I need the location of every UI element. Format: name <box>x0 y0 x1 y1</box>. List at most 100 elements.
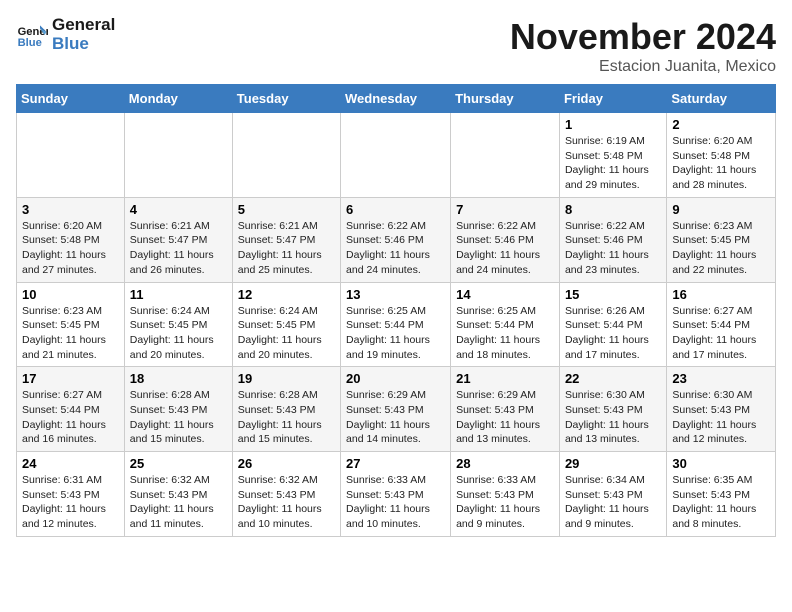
calendar-cell: 17Sunrise: 6:27 AM Sunset: 5:44 PM Dayli… <box>17 367 125 452</box>
day-number: 7 <box>456 202 554 217</box>
calendar-cell: 28 Sunrise: 6:33 AM Sunset: 5:43 PM Dayli… <box>451 452 560 537</box>
day-info: Sunrise: 6:21 AM Sunset: 5:47 PM Dayligh… <box>130 219 227 278</box>
calendar-cell: 15 Sunrise: 6:26 AM Sunset: 5:44 PM Dayli… <box>559 282 666 367</box>
calendar-cell: 26 Sunrise: 6:32 AM Sunset: 5:43 PM Dayli… <box>232 452 340 537</box>
calendar-cell: 7 Sunrise: 6:22 AM Sunset: 5:46 PM Daylig… <box>451 197 560 282</box>
day-info: Sunrise: 6:22 AM Sunset: 5:46 PM Dayligh… <box>565 219 661 278</box>
day-number: 19 <box>238 371 335 386</box>
day-info: Sunrise: 6:22 AM Sunset: 5:46 PM Dayligh… <box>346 219 445 278</box>
calendar-week-1: 1 Sunrise: 6:19 AM Sunset: 5:48 PM Daylig… <box>17 113 776 198</box>
day-info: Sunrise: 6:23 AM Sunset: 5:45 PM Dayligh… <box>672 219 770 278</box>
day-number: 1 <box>565 117 661 132</box>
weekday-header-wednesday: Wednesday <box>341 85 451 113</box>
day-info: Sunrise: 6:33 AM Sunset: 5:43 PM Dayligh… <box>346 473 445 532</box>
day-info: Sunrise: 6:32 AM Sunset: 5:43 PM Dayligh… <box>130 473 227 532</box>
calendar-cell: 27 Sunrise: 6:33 AM Sunset: 5:43 PM Dayli… <box>341 452 451 537</box>
day-number: 8 <box>565 202 661 217</box>
weekday-header-monday: Monday <box>124 85 232 113</box>
day-number: 22 <box>565 371 661 386</box>
calendar-cell: 9 Sunrise: 6:23 AM Sunset: 5:45 PM Daylig… <box>667 197 776 282</box>
day-number: 25 <box>130 456 227 471</box>
day-info: Sunrise: 6:29 AM Sunset: 5:43 PM Dayligh… <box>346 388 445 447</box>
calendar-cell: 23Sunrise: 6:30 AM Sunset: 5:43 PM Dayli… <box>667 367 776 452</box>
day-info: Sunrise: 6:20 AM Sunset: 5:48 PM Dayligh… <box>672 134 770 193</box>
calendar-week-3: 10 Sunrise: 6:23 AM Sunset: 5:45 PM Dayli… <box>17 282 776 367</box>
calendar-cell: 18 Sunrise: 6:28 AM Sunset: 5:43 PM Dayli… <box>124 367 232 452</box>
calendar-week-2: 3Sunrise: 6:20 AM Sunset: 5:48 PM Daylig… <box>17 197 776 282</box>
day-number: 5 <box>238 202 335 217</box>
day-info: Sunrise: 6:24 AM Sunset: 5:45 PM Dayligh… <box>238 304 335 363</box>
day-info: Sunrise: 6:21 AM Sunset: 5:47 PM Dayligh… <box>238 219 335 278</box>
day-number: 10 <box>22 287 119 302</box>
calendar-cell: 1 Sunrise: 6:19 AM Sunset: 5:48 PM Daylig… <box>559 113 666 198</box>
day-number: 26 <box>238 456 335 471</box>
logo-general: General <box>52 16 115 35</box>
day-info: Sunrise: 6:28 AM Sunset: 5:43 PM Dayligh… <box>238 388 335 447</box>
day-number: 9 <box>672 202 770 217</box>
calendar-header-row: SundayMondayTuesdayWednesdayThursdayFrid… <box>17 85 776 113</box>
day-number: 14 <box>456 287 554 302</box>
logo: General Blue General Blue <box>16 16 115 53</box>
weekday-header-saturday: Saturday <box>667 85 776 113</box>
calendar-cell: 12 Sunrise: 6:24 AM Sunset: 5:45 PM Dayli… <box>232 282 340 367</box>
calendar-cell: 2 Sunrise: 6:20 AM Sunset: 5:48 PM Daylig… <box>667 113 776 198</box>
day-number: 12 <box>238 287 335 302</box>
day-number: 21 <box>456 371 554 386</box>
page-header: General Blue General Blue November 2024 … <box>16 16 776 76</box>
logo-icon: General Blue <box>16 19 48 51</box>
location: Estacion Juanita, Mexico <box>510 58 776 76</box>
day-number: 15 <box>565 287 661 302</box>
calendar-cell <box>232 113 340 198</box>
svg-text:Blue: Blue <box>18 37 42 49</box>
day-number: 4 <box>130 202 227 217</box>
calendar-week-5: 24Sunrise: 6:31 AM Sunset: 5:43 PM Dayli… <box>17 452 776 537</box>
day-number: 2 <box>672 117 770 132</box>
title-block: November 2024 Estacion Juanita, Mexico <box>510 16 776 76</box>
calendar-cell: 4 Sunrise: 6:21 AM Sunset: 5:47 PM Daylig… <box>124 197 232 282</box>
weekday-header-thursday: Thursday <box>451 85 560 113</box>
day-number: 28 <box>456 456 554 471</box>
day-info: Sunrise: 6:19 AM Sunset: 5:48 PM Dayligh… <box>565 134 661 193</box>
day-info: Sunrise: 6:27 AM Sunset: 5:44 PM Dayligh… <box>22 388 119 447</box>
day-number: 27 <box>346 456 445 471</box>
weekday-header-sunday: Sunday <box>17 85 125 113</box>
calendar-cell <box>17 113 125 198</box>
weekday-header-tuesday: Tuesday <box>232 85 340 113</box>
calendar-cell: 20 Sunrise: 6:29 AM Sunset: 5:43 PM Dayli… <box>341 367 451 452</box>
calendar-cell: 19 Sunrise: 6:28 AM Sunset: 5:43 PM Dayli… <box>232 367 340 452</box>
day-number: 20 <box>346 371 445 386</box>
calendar-cell: 14Sunrise: 6:25 AM Sunset: 5:44 PM Dayli… <box>451 282 560 367</box>
day-info: Sunrise: 6:20 AM Sunset: 5:48 PM Dayligh… <box>22 219 119 278</box>
day-info: Sunrise: 6:30 AM Sunset: 5:43 PM Dayligh… <box>565 388 661 447</box>
logo-blue: Blue <box>52 35 115 54</box>
calendar-cell: 10 Sunrise: 6:23 AM Sunset: 5:45 PM Dayli… <box>17 282 125 367</box>
day-info: Sunrise: 6:32 AM Sunset: 5:43 PM Dayligh… <box>238 473 335 532</box>
day-info: Sunrise: 6:27 AM Sunset: 5:44 PM Dayligh… <box>672 304 770 363</box>
day-number: 18 <box>130 371 227 386</box>
day-number: 13 <box>346 287 445 302</box>
calendar-cell: 25 Sunrise: 6:32 AM Sunset: 5:43 PM Dayli… <box>124 452 232 537</box>
day-info: Sunrise: 6:26 AM Sunset: 5:44 PM Dayligh… <box>565 304 661 363</box>
calendar-cell: 11Sunrise: 6:24 AM Sunset: 5:45 PM Dayli… <box>124 282 232 367</box>
day-info: Sunrise: 6:28 AM Sunset: 5:43 PM Dayligh… <box>130 388 227 447</box>
day-number: 16 <box>672 287 770 302</box>
day-number: 30 <box>672 456 770 471</box>
day-number: 6 <box>346 202 445 217</box>
day-info: Sunrise: 6:25 AM Sunset: 5:44 PM Dayligh… <box>346 304 445 363</box>
day-info: Sunrise: 6:24 AM Sunset: 5:45 PM Dayligh… <box>130 304 227 363</box>
calendar-table: SundayMondayTuesdayWednesdayThursdayFrid… <box>16 84 776 537</box>
calendar-cell: 16 Sunrise: 6:27 AM Sunset: 5:44 PM Dayli… <box>667 282 776 367</box>
day-info: Sunrise: 6:22 AM Sunset: 5:46 PM Dayligh… <box>456 219 554 278</box>
weekday-header-friday: Friday <box>559 85 666 113</box>
day-info: Sunrise: 6:33 AM Sunset: 5:43 PM Dayligh… <box>456 473 554 532</box>
day-info: Sunrise: 6:30 AM Sunset: 5:43 PM Dayligh… <box>672 388 770 447</box>
calendar-week-4: 17Sunrise: 6:27 AM Sunset: 5:44 PM Dayli… <box>17 367 776 452</box>
calendar-cell <box>451 113 560 198</box>
day-info: Sunrise: 6:35 AM Sunset: 5:43 PM Dayligh… <box>672 473 770 532</box>
day-info: Sunrise: 6:23 AM Sunset: 5:45 PM Dayligh… <box>22 304 119 363</box>
day-number: 24 <box>22 456 119 471</box>
day-info: Sunrise: 6:34 AM Sunset: 5:43 PM Dayligh… <box>565 473 661 532</box>
calendar-cell: 3Sunrise: 6:20 AM Sunset: 5:48 PM Daylig… <box>17 197 125 282</box>
calendar-cell: 13 Sunrise: 6:25 AM Sunset: 5:44 PM Dayli… <box>341 282 451 367</box>
day-number: 29 <box>565 456 661 471</box>
